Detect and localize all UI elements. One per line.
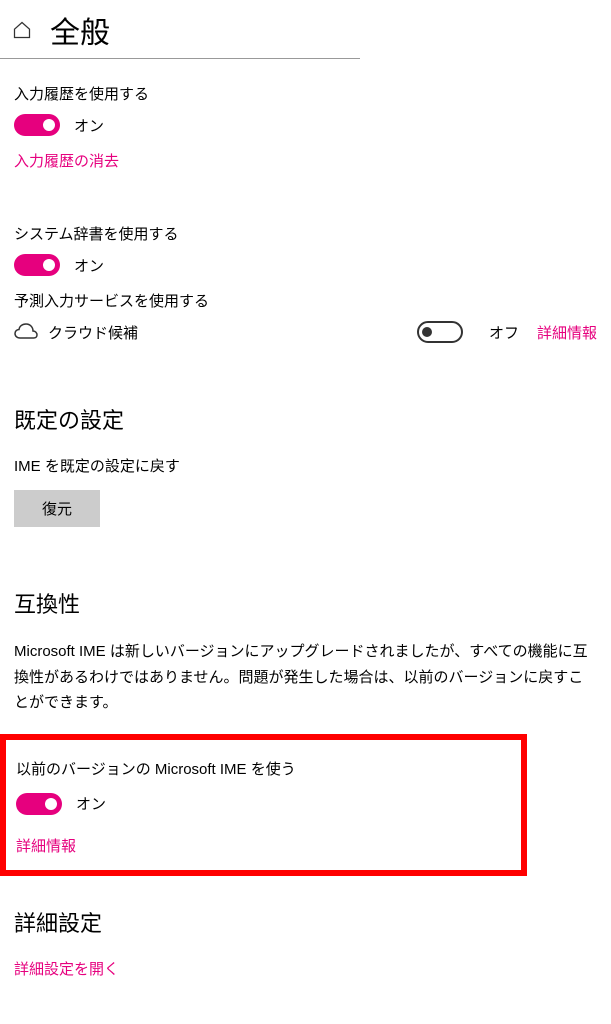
system-dict-toggle-row: オン xyxy=(14,254,597,276)
input-history-state: オン xyxy=(74,115,104,136)
cloud-candidate-state: オフ xyxy=(489,322,519,343)
advanced-heading: 詳細設定 xyxy=(14,906,597,938)
cloud-candidate-toggle[interactable] xyxy=(417,321,463,343)
compat-toggle-label: 以前のバージョンの Microsoft IME を使う xyxy=(16,758,511,779)
defaults-heading: 既定の設定 xyxy=(14,403,597,435)
input-history-toggle[interactable] xyxy=(14,114,60,136)
compat-detail-link[interactable]: 詳細情報 xyxy=(16,835,76,856)
home-icon[interactable] xyxy=(12,20,32,40)
compat-toggle-row: オン xyxy=(16,793,511,815)
system-dict-toggle[interactable] xyxy=(14,254,60,276)
compat-toggle-state: オン xyxy=(76,793,106,814)
open-advanced-link[interactable]: 詳細設定を開く xyxy=(14,958,119,979)
system-dict-state: オン xyxy=(74,255,104,276)
cloud-candidate-label: クラウド候補 xyxy=(48,322,138,343)
input-history-toggle-row: オン xyxy=(14,114,597,136)
content-area: 入力履歴を使用する オン 入力履歴の消去 システム辞書を使用する オン 予測入力… xyxy=(0,59,611,979)
input-history-label: 入力履歴を使用する xyxy=(14,83,597,104)
cloud-candidate-row: クラウド候補 オフ 詳細情報 xyxy=(14,321,597,343)
compat-toggle[interactable] xyxy=(16,793,62,815)
restore-button[interactable]: 復元 xyxy=(14,490,100,527)
predictive-label: 予測入力サービスを使用する xyxy=(14,290,597,311)
compat-highlighted-box: 以前のバージョンの Microsoft IME を使う オン 詳細情報 xyxy=(0,734,527,876)
system-dict-label: システム辞書を使用する xyxy=(14,223,597,244)
page-header: 全般 xyxy=(0,0,360,59)
cloud-icon xyxy=(14,323,38,341)
clear-input-history-link[interactable]: 入力履歴の消去 xyxy=(14,150,119,171)
cloud-detail-link[interactable]: 詳細情報 xyxy=(537,322,597,343)
compat-description: Microsoft IME は新しいバージョンにアップグレードされましたが、すべ… xyxy=(14,639,597,716)
compat-heading: 互換性 xyxy=(14,587,597,619)
page-title: 全般 xyxy=(50,8,110,52)
defaults-subtext: IME を既定の設定に戻す xyxy=(14,455,597,476)
